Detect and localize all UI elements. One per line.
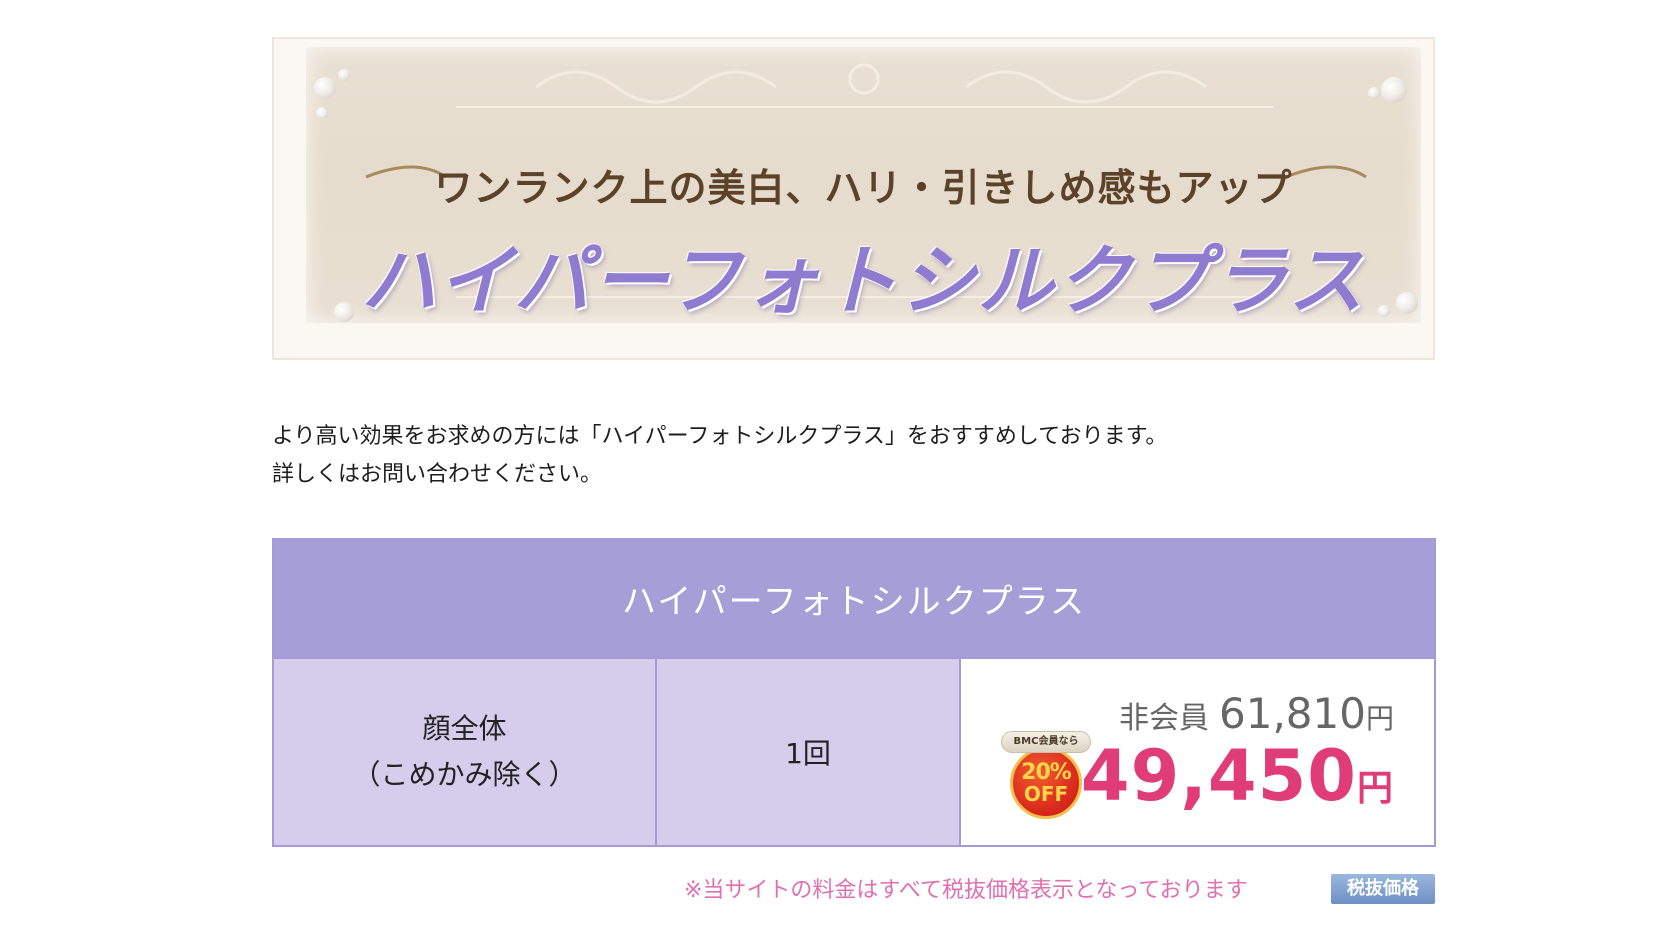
price-table: ハイパーフォトシルクプラス 顔全体 （こめかみ除く） 1回 非会員 61,810円… [272, 538, 1436, 847]
member-price-line: 49,450円 [1081, 735, 1394, 817]
table-row: 顔全体 （こめかみ除く） 1回 非会員 61,810円 BMC会員なら 20% O… [274, 657, 1434, 845]
member-price: 49,450 [1080, 735, 1357, 817]
nonmember-price-line: 非会員 61,810円 [1119, 689, 1394, 738]
banner-subtitle: ワンランク上の美白、ハリ・引きしめ感もアップ [434, 165, 1293, 210]
nonmember-price: 61,810 [1219, 689, 1366, 738]
bubble-decoration [314, 77, 336, 99]
table-header: ハイパーフォトシルクプラス [274, 540, 1434, 657]
area-label: 顔全体 [422, 712, 507, 745]
area-note: （こめかみ除く） [352, 758, 577, 791]
bubble-decoration [1381, 77, 1407, 103]
area-cell: 顔全体 （こめかみ除く） [274, 659, 657, 845]
discount-badge: BMC会員なら 20% OFF [1001, 731, 1091, 826]
bubble-decoration [338, 69, 350, 81]
badge-off: OFF [1023, 782, 1069, 806]
banner-title: ハイパーフォトシルクプラス [361, 236, 1366, 325]
badge-percent: 20% [1021, 760, 1072, 785]
hero-banner: ワンランク上の美白、ハリ・引きしめ感もアップ ハイパーフォトシルクプラス [272, 37, 1435, 360]
bubble-decoration [316, 107, 328, 119]
description-line: 詳しくはお問い合わせください。 [272, 462, 603, 487]
tax-note: ※当サイトの料金はすべて税抜価格表示となっております [684, 878, 1248, 903]
badge-circle: 20% OFF [1010, 747, 1082, 819]
banner-panel: ワンランク上の美白、ハリ・引きしめ感もアップ ハイパーフォトシルクプラス [306, 47, 1421, 325]
yen-label: 円 [1365, 702, 1394, 735]
bubble-decoration [1368, 87, 1380, 99]
yen-label: 円 [1356, 768, 1394, 809]
price-cell: 非会員 61,810円 BMC会員なら 20% OFF 49,450円 [961, 659, 1434, 845]
count-cell: 1回 [657, 659, 961, 845]
nonmember-label: 非会員 [1119, 701, 1210, 736]
tax-excluded-badge: 税抜価格 [1331, 874, 1435, 904]
badge-member-label: BMC会員なら [1001, 731, 1091, 753]
description: より高い効果をお求めの方には「ハイパーフォトシルクプラス」をおすすめしております… [272, 418, 1167, 494]
description-line: より高い効果をお求めの方には「ハイパーフォトシルクプラス」をおすすめしております… [272, 424, 1168, 449]
